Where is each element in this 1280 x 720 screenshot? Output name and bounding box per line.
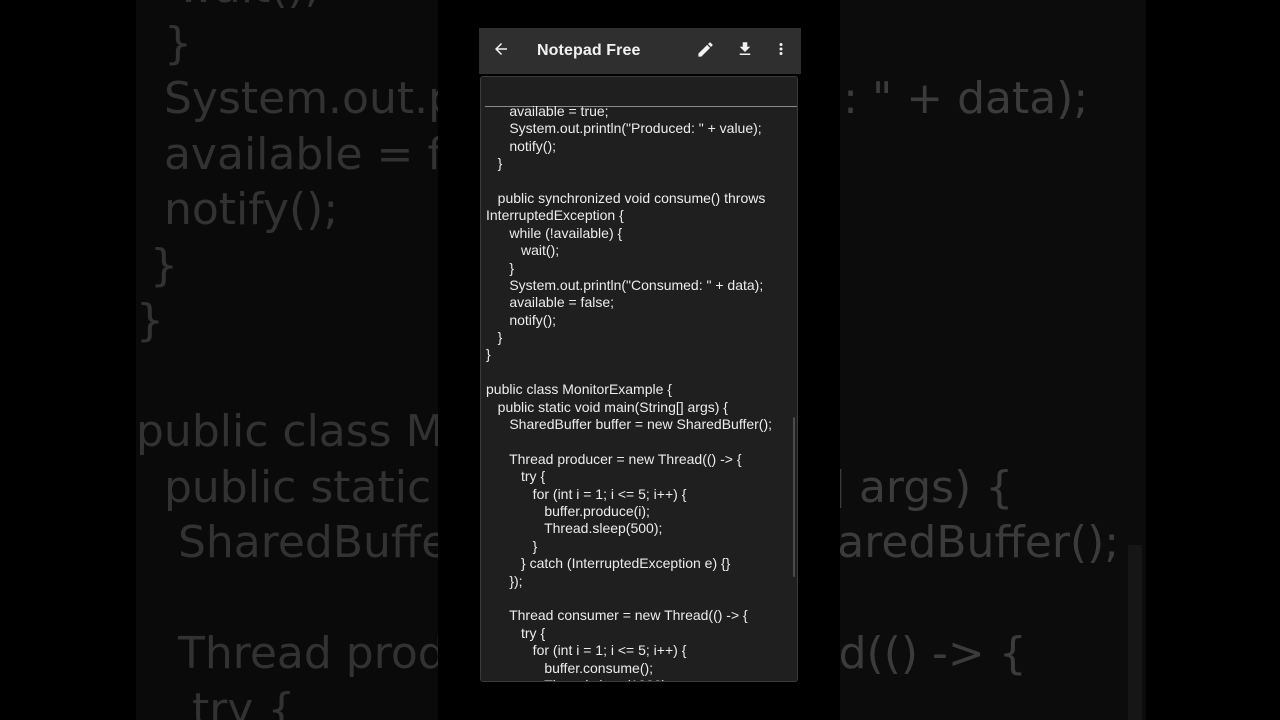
code-line: for (int i = 1; i <= 5; i++) { bbox=[486, 642, 687, 659]
code-line: System.out.println("Produced: " + value)… bbox=[486, 120, 762, 137]
note-editor[interactable]: available = true; System.out.println("Pr… bbox=[480, 76, 798, 682]
code-line: notify(); bbox=[486, 137, 557, 154]
code-line: InterruptedException { bbox=[486, 207, 624, 224]
note-text[interactable]: available = true; System.out.println("Pr… bbox=[486, 103, 797, 681]
code-line: for (int i = 1; i <= 5; i++) { bbox=[486, 485, 687, 502]
more-vert-icon bbox=[772, 40, 790, 62]
code-line: } catch (InterruptedException e) {} bbox=[486, 555, 731, 572]
code-line: } bbox=[486, 259, 515, 276]
code-line: } bbox=[486, 346, 491, 363]
screen: wait(); } System.out.println("Consumed: … bbox=[0, 0, 1280, 720]
code-line: public static void main(String[] args) { bbox=[486, 398, 728, 415]
code-line: available = false; bbox=[486, 294, 615, 311]
code-line: System.out.println("Consumed: " + data); bbox=[486, 276, 764, 293]
code-line: SharedBuffer buffer = new SharedBuffer()… bbox=[486, 416, 773, 433]
code-line: }); bbox=[486, 572, 523, 589]
code-line: Thread producer = new Thread(() -> { bbox=[486, 450, 742, 467]
scrollbar[interactable] bbox=[793, 417, 795, 577]
pencil-icon bbox=[696, 40, 715, 63]
code-line: public synchronized void consume() throw… bbox=[486, 189, 766, 206]
code-line: } bbox=[486, 329, 503, 346]
code-line: Thread.sleep(1000); bbox=[486, 677, 797, 681]
app-bar: Notepad Free bbox=[479, 28, 801, 74]
edit-button[interactable] bbox=[687, 28, 723, 74]
phone-screen: Notepad Free available = true; System.ou… bbox=[438, 0, 840, 720]
code-line: public class MonitorExample { bbox=[486, 381, 672, 398]
code-line: } bbox=[486, 155, 503, 172]
code-line: notify(); bbox=[486, 311, 557, 328]
code-line: available = true; bbox=[486, 103, 609, 119]
code-line: buffer.consume(); bbox=[486, 659, 654, 676]
app-title: Notepad Free bbox=[537, 42, 641, 59]
more-options-button[interactable] bbox=[763, 28, 799, 74]
code-line: Thread.sleep(500); bbox=[486, 520, 663, 537]
code-line: } bbox=[486, 537, 538, 554]
code-line: while (!available) { bbox=[486, 224, 623, 241]
code-line: try { bbox=[486, 624, 546, 641]
background-shade bbox=[136, 0, 438, 720]
download-icon bbox=[736, 40, 754, 62]
back-button[interactable] bbox=[483, 28, 519, 74]
code-line: wait(); bbox=[486, 242, 560, 259]
code-line: try { bbox=[486, 468, 546, 485]
background-strip bbox=[1128, 545, 1142, 720]
code-line: Thread consumer = new Thread(() -> { bbox=[486, 607, 748, 624]
code-line: buffer.produce(i); bbox=[486, 502, 650, 519]
download-button[interactable] bbox=[727, 28, 763, 74]
arrow-back-icon bbox=[492, 40, 510, 62]
